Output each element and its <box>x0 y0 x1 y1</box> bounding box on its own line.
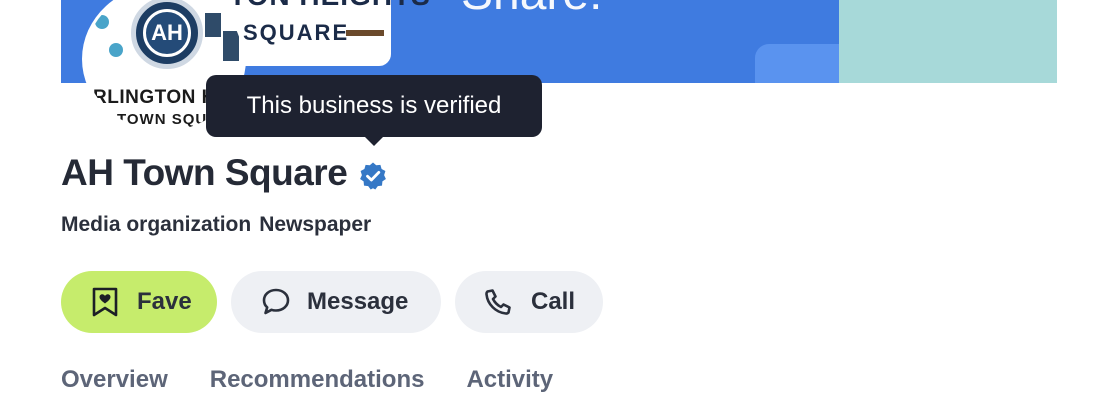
fave-button-label: Fave <box>137 288 192 315</box>
call-button[interactable]: Call <box>455 271 603 333</box>
tooltip-arrow <box>364 136 384 146</box>
avatar-monogram: AH <box>143 9 191 57</box>
bookmark-heart-icon <box>92 287 118 317</box>
tab-overview[interactable]: Overview <box>61 366 168 394</box>
category-label: Media organization <box>61 213 252 236</box>
chat-bubble-icon <box>262 288 290 315</box>
tab-activity[interactable]: Activity <box>466 366 553 394</box>
fave-button[interactable]: Fave <box>61 271 217 333</box>
business-name: AH Town Square <box>61 152 348 193</box>
profile-tabs: Overview Recommendations Activity <box>61 366 553 394</box>
cover-logo-bar <box>346 30 384 36</box>
tab-recommendations[interactable]: Recommendations <box>210 366 425 394</box>
business-categories: Media organization Newspaper <box>61 213 371 237</box>
message-button-label: Message <box>307 288 409 315</box>
cover-logo-line2: SQUARE <box>243 20 350 45</box>
verified-badge-icon[interactable] <box>358 161 388 191</box>
tree-icon <box>95 15 109 29</box>
call-button-label: Call <box>531 288 576 315</box>
verified-tooltip: This business is verified <box>206 75 542 137</box>
cover-teal-panel <box>839 0 1057 83</box>
phone-icon <box>485 289 511 315</box>
cover-logo-line1: TON HEIGHTS <box>229 0 431 12</box>
avatar-emblem: AH <box>131 0 203 69</box>
message-button[interactable]: Message <box>231 271 441 333</box>
business-profile: TON HEIGHTS SQUARE Share! AH RLINGTON HE… <box>0 0 1094 416</box>
building-icon <box>223 31 239 61</box>
building-icon <box>205 13 221 37</box>
cover-headline: Share! <box>461 0 602 21</box>
tree-icon <box>109 43 123 57</box>
category-label: Newspaper <box>259 213 372 236</box>
